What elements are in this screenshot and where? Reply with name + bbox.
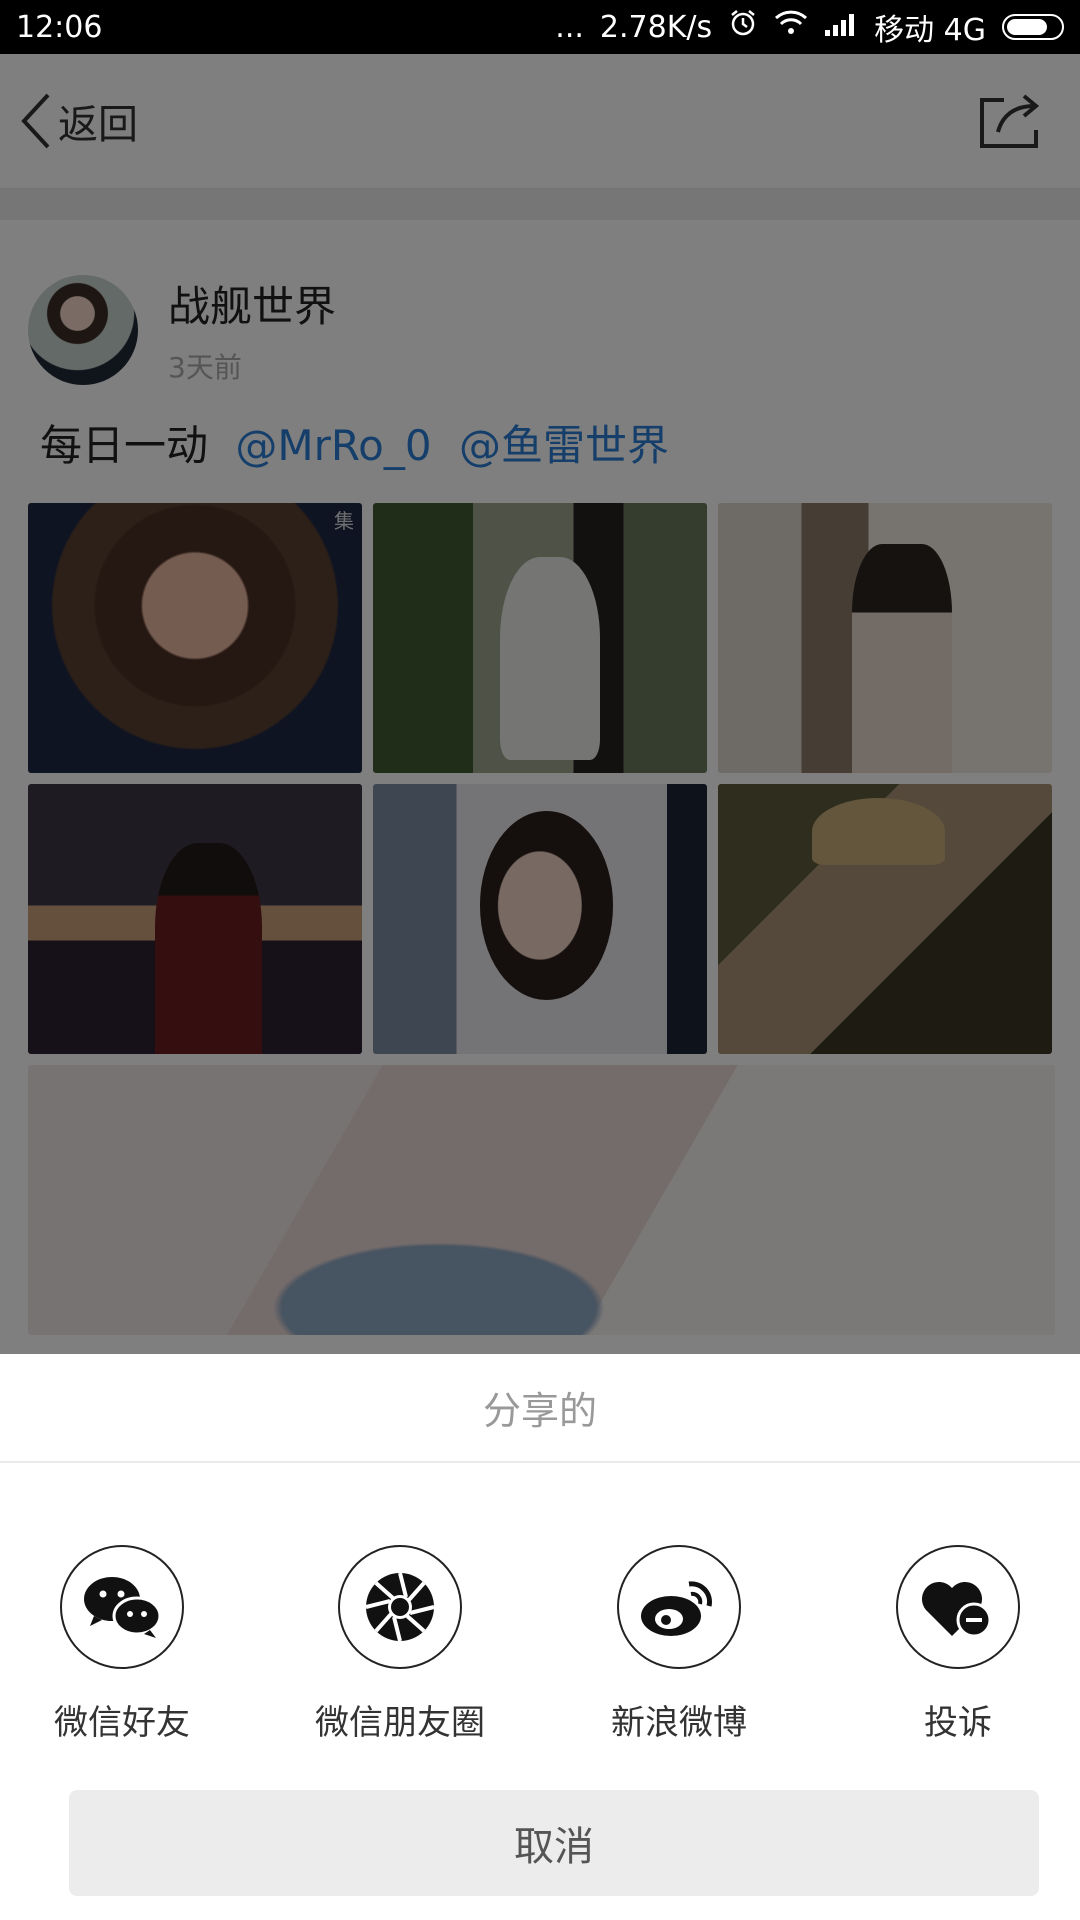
share-options: 微信好友 微信朋友圈 新浪微博 投诉 <box>0 1463 1080 1773</box>
wechat-icon <box>60 1545 184 1669</box>
share-sheet-title: 分享的 <box>0 1354 1080 1463</box>
status-dots: ... <box>555 9 584 45</box>
share-option-label: 新浪微博 <box>611 1703 747 1743</box>
share-option-label: 微信朋友圈 <box>315 1703 485 1743</box>
status-time: 12:06 <box>16 9 103 45</box>
carrier-label: 移动 4G <box>874 13 986 48</box>
share-option-label: 微信好友 <box>54 1703 190 1743</box>
battery-icon <box>1002 14 1064 40</box>
share-option-label: 投诉 <box>924 1703 992 1743</box>
status-bar: 12:06 ... 2.78K/s 移动 4G <box>0 0 1080 54</box>
signal-icon <box>824 10 858 45</box>
status-right: ... 2.78K/s 移动 4G <box>555 5 1064 49</box>
cancel-button[interactable]: 取消 <box>69 1790 1039 1896</box>
report-heart-icon <box>896 1545 1020 1669</box>
alarm-icon <box>728 8 758 46</box>
moments-icon <box>338 1545 462 1669</box>
wifi-icon <box>774 9 808 45</box>
share-wechat-moments[interactable]: 微信朋友圈 <box>300 1545 500 1744</box>
weibo-icon <box>617 1545 741 1669</box>
dim-overlay[interactable] <box>0 54 1080 1354</box>
share-wechat-friend[interactable]: 微信好友 <box>22 1545 222 1744</box>
network-speed: 2.78K/s <box>599 9 713 45</box>
report-button[interactable]: 投诉 <box>858 1545 1058 1744</box>
share-weibo[interactable]: 新浪微博 <box>579 1545 779 1744</box>
share-sheet: 分享的 微信好友 微信朋友圈 新浪微博 投诉 取消 <box>0 1354 1080 1920</box>
